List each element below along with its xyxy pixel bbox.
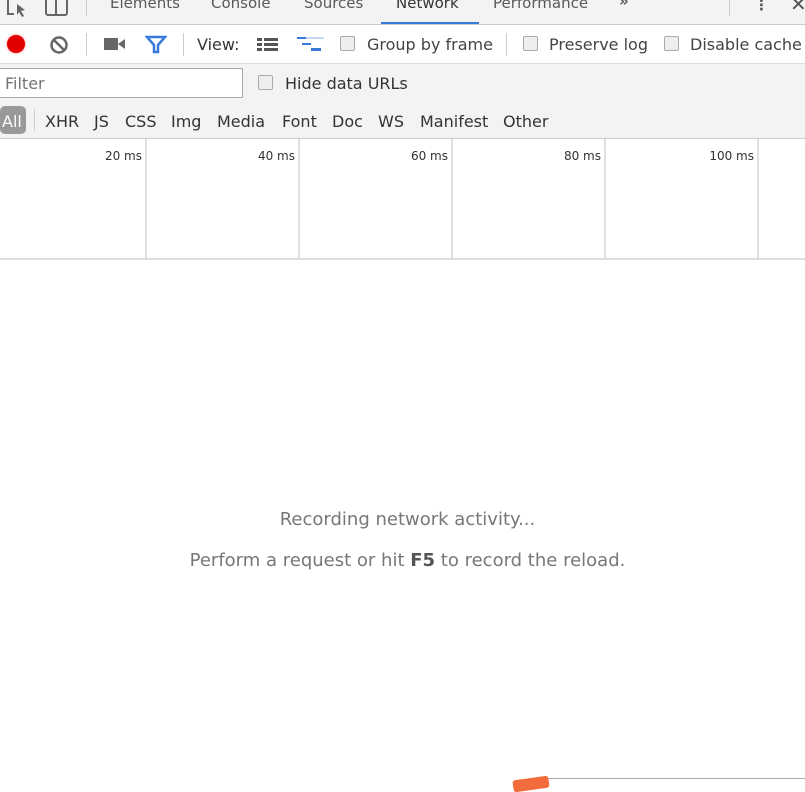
- more-options-icon[interactable]: ⋮: [754, 0, 769, 14]
- disable-cache-label: Disable cache: [690, 35, 802, 54]
- active-tab-indicator: [381, 22, 479, 24]
- type-filter-css[interactable]: CSS: [125, 112, 156, 131]
- tab-performance[interactable]: Performance: [493, 0, 588, 12]
- divider: [506, 33, 507, 56]
- type-filter-ws[interactable]: WS: [378, 112, 404, 131]
- overview-waterfall-icon[interactable]: [297, 35, 324, 53]
- tab-sources[interactable]: Sources: [304, 0, 363, 12]
- group-by-frame-checkbox[interactable]: [340, 36, 355, 51]
- devtools-tab-bar: Elements Console Sources Network Perform…: [0, 0, 805, 25]
- inspect-element-icon[interactable]: [6, 0, 30, 18]
- divider: [34, 109, 35, 131]
- more-tabs-icon[interactable]: »: [619, 0, 629, 10]
- device-toolbar-icon[interactable]: [45, 0, 69, 18]
- capture-screenshots-icon[interactable]: [104, 37, 126, 51]
- type-filter-font[interactable]: Font: [282, 112, 317, 131]
- divider: [86, 0, 87, 16]
- gridline: [757, 139, 759, 258]
- preserve-log-label: Preserve log: [549, 35, 648, 54]
- divider: [729, 0, 730, 16]
- orange-shape: [512, 775, 550, 792]
- network-toolbar: View: Group by frame Preserve log Disabl…: [0, 25, 805, 64]
- reload-hint-post: to record the reload.: [435, 550, 626, 571]
- hide-data-urls-label: Hide data URLs: [285, 74, 408, 93]
- divider: [548, 778, 805, 779]
- preserve-log-checkbox[interactable]: [523, 36, 538, 51]
- record-button[interactable]: [7, 35, 25, 53]
- filter-input[interactable]: [0, 68, 243, 98]
- type-filter-manifest[interactable]: Manifest: [420, 112, 488, 131]
- filter-row: Hide data URLs: [0, 64, 805, 102]
- gridline: [604, 139, 606, 258]
- timeline-tick: 40 ms: [257, 149, 295, 163]
- timeline-tick: 100 ms: [709, 149, 754, 163]
- hide-data-urls-checkbox[interactable]: [258, 75, 273, 90]
- reload-hint: Perform a request or hit F5 to record th…: [0, 550, 805, 571]
- tab-elements[interactable]: Elements: [110, 0, 180, 12]
- type-filter-doc[interactable]: Doc: [332, 112, 363, 131]
- view-label: View:: [197, 35, 240, 54]
- divider: [86, 33, 87, 56]
- timeline-tick: 20 ms: [104, 149, 142, 163]
- network-overview-timeline[interactable]: 20 ms 40 ms 60 ms 80 ms 100 ms: [0, 139, 805, 260]
- resource-type-filter: All XHR JS CSS Img Media Font Doc WS Man…: [0, 102, 805, 139]
- divider: [183, 33, 184, 56]
- timeline-tick: 80 ms: [563, 149, 601, 163]
- type-filter-media[interactable]: Media: [217, 112, 265, 131]
- close-icon[interactable]: ✕: [790, 0, 805, 16]
- tab-console[interactable]: Console: [211, 0, 271, 12]
- clear-icon[interactable]: [49, 35, 69, 55]
- recording-message: Recording network activity...: [279, 509, 536, 530]
- type-filter-all[interactable]: All: [0, 106, 26, 134]
- type-filter-xhr[interactable]: XHR: [45, 112, 79, 131]
- group-by-frame-label: Group by frame: [367, 35, 493, 54]
- type-filter-js[interactable]: JS: [94, 112, 109, 131]
- gridline: [298, 139, 300, 258]
- disable-cache-checkbox[interactable]: [664, 36, 679, 51]
- reload-hint-pre: Perform a request or hit: [189, 550, 411, 571]
- filter-icon[interactable]: [145, 35, 167, 55]
- tab-network[interactable]: Network: [396, 0, 459, 12]
- gridline: [451, 139, 453, 258]
- type-filter-img[interactable]: Img: [171, 112, 201, 131]
- gridline: [145, 139, 147, 258]
- type-filter-other[interactable]: Other: [503, 112, 548, 131]
- timeline-tick: 60 ms: [410, 149, 448, 163]
- reload-hint-key: F5: [410, 550, 436, 571]
- large-request-rows-icon[interactable]: [257, 37, 279, 53]
